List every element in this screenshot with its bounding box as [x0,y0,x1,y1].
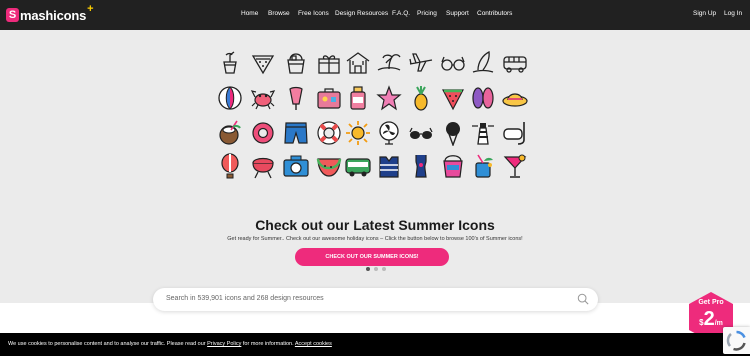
camera-icon [283,155,309,177]
hero-banner: Check out our Latest Summer Icons Get re… [0,30,750,303]
carousel-dot-2[interactable] [374,267,378,271]
swim-ring-icon [252,122,274,144]
nav-pricing[interactable]: Pricing [417,10,437,17]
swim-shorts-icon [284,122,308,144]
pineapple-icon [414,86,428,111]
flip-flops-icon [472,87,494,109]
search-input[interactable]: Search in 539,901 icons and 268 design r… [153,288,598,311]
search-icon[interactable] [577,293,589,305]
palm-island-icon [377,54,401,71]
carousel-dot-3[interactable] [382,267,386,271]
cookie-text-before: We use cookies to personalise content an… [8,341,208,347]
sunglasses-icon [409,127,433,139]
sand-bucket-icon [443,155,463,178]
watermelon-slice-icon [251,55,275,75]
nav-faq[interactable]: F.A.Q. [392,10,410,17]
search-placeholder: Search in 539,901 icons and 268 design r… [166,295,324,302]
pro-unit: /m [714,320,723,327]
logo-plus-icon: + [87,3,94,15]
get-pro-label: Get Pro [698,299,724,306]
top-navbar: S mashicons + Home Browse Free Icons Des… [0,0,750,30]
cookie-message: We use cookies to personalise content an… [8,341,332,347]
sun-icon [346,121,370,145]
ice-cream-icon [289,86,303,110]
hot-air-balloon-icon [221,153,239,179]
nav-support[interactable]: Support [446,10,469,17]
fan-icon [379,121,399,145]
island-drink-icon [475,154,493,178]
nav-free-icons[interactable]: Free Icons [298,10,329,17]
nav-contributors[interactable]: Contributors [477,10,512,17]
logo-badge: S [6,8,19,22]
cookie-text-after: for more information. [241,341,295,347]
privacy-policy-link[interactable]: Privacy Policy [207,341,241,347]
sun-hat-icon [502,93,528,107]
carousel-dot-1[interactable] [366,267,370,271]
camper-van-icon [345,158,371,177]
suitcase-icon [317,88,341,109]
hero-subtitle: Get ready for Summer.. Check out our awe… [227,236,523,242]
nav-home[interactable]: Home [241,10,258,17]
sunscreen-icon [350,86,366,110]
pro-price: $ 2 /m [687,309,735,329]
accept-cookies-link[interactable]: Accept cookies [295,341,332,347]
smashicons-logo[interactable]: S mashicons + [6,3,94,25]
watermelon-slice-icon [316,158,342,177]
airplane-icon [409,53,433,72]
cocktail-icon [223,51,237,74]
summer-icons-button[interactable]: CHECK OUT OUR SUMMER ICONS! [295,248,449,266]
logo-text: mashicons [20,7,87,23]
cocktail-glass-icon [503,154,527,178]
starfish-icon [376,85,402,111]
surfboard-icon [472,51,494,73]
pro-amount: 2 [703,308,715,330]
crab-icon [250,90,276,110]
gift-icon [318,55,340,74]
cookie-banner: We use cookies to personalise content an… [0,333,750,356]
ice-bucket-icon [287,53,305,74]
ice-cream-cone-icon [446,122,460,146]
beach-ball-icon [218,86,242,110]
nav-sign-up[interactable]: Sign Up [693,10,716,17]
sunglasses-icon [441,56,465,71]
lighthouse-icon [472,123,494,145]
lifebuoy-icon [317,121,341,145]
carousel-dots [366,267,386,271]
swimsuit-icon [415,155,427,178]
life-vest-icon [379,156,399,178]
recaptcha-badge[interactable] [723,327,750,354]
coconut-drink-icon [219,120,241,145]
snorkel-mask-icon [503,122,525,145]
recaptcha-icon [726,330,746,351]
hero-title: Check out our Latest Summer Icons [255,217,495,233]
nav-browse[interactable]: Browse [268,10,290,17]
beach-house-icon [346,52,370,74]
watermelon-icon [442,89,464,111]
barbecue-grill-icon [252,157,274,179]
van-icon [503,56,527,73]
nav-design-resources[interactable]: Design Resources [335,10,388,17]
nav-log-in[interactable]: Log In [724,10,742,17]
